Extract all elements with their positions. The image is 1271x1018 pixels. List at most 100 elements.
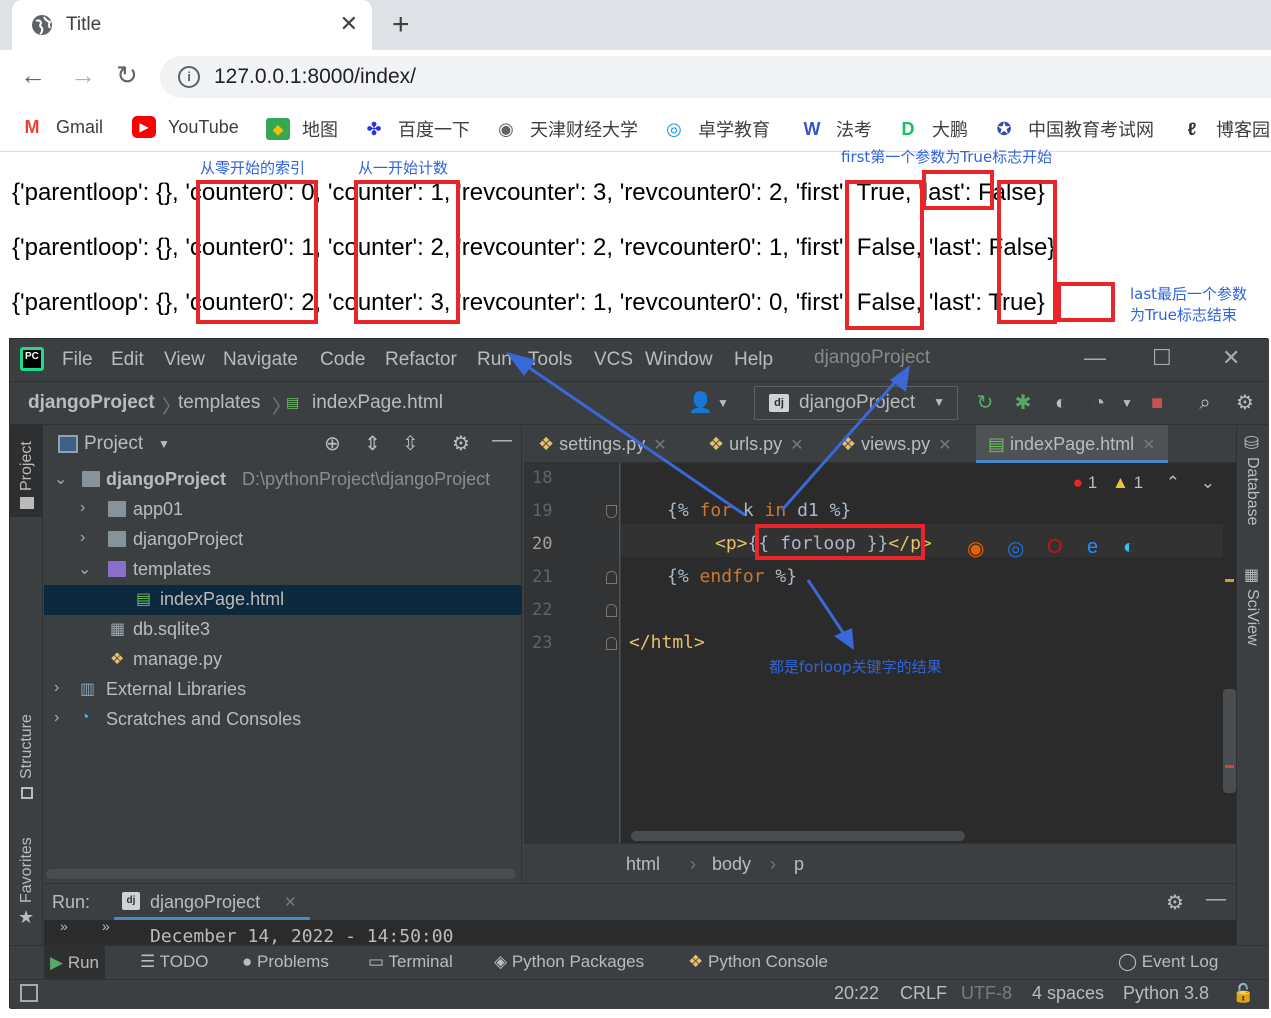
bookmark-maps[interactable]: ◆ 地图	[266, 116, 338, 142]
hide-panel-icon[interactable]: —	[492, 429, 512, 452]
tree-item-manage-py[interactable]: ❖ manage.py	[44, 645, 522, 675]
search-icon[interactable]: ⌕	[1194, 392, 1216, 414]
tool-window-project[interactable]: Project	[18, 441, 36, 491]
locate-file-icon[interactable]: ⊕	[324, 431, 341, 456]
collapse-all-icon[interactable]: ⇳	[402, 431, 419, 456]
user-icon[interactable]: 👤	[688, 392, 713, 414]
address-bar[interactable]: i 127.0.0.1:8000/index/	[160, 56, 1271, 98]
ie-icon[interactable]: e	[1087, 536, 1098, 559]
code-crumb-body[interactable]: body	[712, 854, 751, 875]
bookmark-neea[interactable]: ✪ 中国教育考试网	[992, 116, 1154, 142]
warning-marker[interactable]	[1225, 579, 1234, 582]
status-interpreter[interactable]: Python 3.8	[1123, 983, 1209, 1004]
tab-views-py[interactable]: ❖ views.py ✕	[840, 425, 952, 463]
close-tab-icon[interactable]: ✕	[340, 11, 358, 37]
gear-icon[interactable]: ⚙	[1166, 890, 1184, 915]
fold-marker-icon[interactable]	[606, 505, 617, 518]
run-tab-djangoproject[interactable]: dj djangoProject ✕	[114, 884, 310, 920]
scroll-thumb[interactable]	[1223, 689, 1236, 793]
close-tab-icon[interactable]: ✕	[938, 437, 951, 454]
tab-urls-py[interactable]: ❖ urls.py ✕	[708, 425, 804, 463]
hide-panel-icon[interactable]: —	[1206, 888, 1226, 911]
chevron-down-icon[interactable]: ⌄	[1201, 473, 1215, 492]
expand-toolbar-icon[interactable]: »	[102, 920, 110, 934]
site-info-icon[interactable]: i	[178, 66, 200, 88]
status-line-separator[interactable]: CRLF	[900, 983, 947, 1004]
status-caret-position[interactable]: 20:22	[834, 983, 879, 1004]
chevron-down-icon[interactable]: ▼	[1116, 392, 1138, 414]
stop-icon[interactable]: ■	[1146, 392, 1168, 414]
editor-vertical-scrollbar[interactable]	[1223, 463, 1236, 843]
gear-icon[interactable]: ⚙	[1234, 392, 1256, 414]
menu-tools[interactable]: Tools	[528, 349, 572, 371]
error-marker[interactable]	[1225, 765, 1234, 768]
close-tab-icon[interactable]: ✕	[284, 893, 297, 911]
maximize-icon[interactable]: ☐	[1152, 345, 1172, 371]
tab-indexpage-html[interactable]: ▤ indexPage.html ✕	[976, 425, 1168, 463]
menu-code[interactable]: Code	[320, 349, 365, 371]
inspection-widget[interactable]: ● 1 ▲ 1 ⌃ ⌄	[1073, 473, 1215, 493]
code-editor[interactable]: {% for k in d1 %} <p>{{ forloop }}</p> {…	[621, 463, 1223, 843]
code-crumb-p[interactable]: p	[794, 854, 804, 875]
bookmark-youtube[interactable]: ▶ YouTube	[132, 116, 239, 138]
close-tab-icon[interactable]: ✕	[1142, 437, 1155, 454]
tree-item-root[interactable]: ⌄ djangoProject D:\pythonProject\djangoP…	[44, 465, 522, 495]
breadcrumb-templates[interactable]: templates	[178, 392, 260, 414]
browser-tab[interactable]: Title ✕	[12, 0, 372, 50]
fold-marker-icon[interactable]	[606, 637, 617, 650]
breadcrumb-file[interactable]: indexPage.html	[312, 392, 443, 414]
tool-terminal[interactable]: ▭ Terminal	[368, 952, 453, 972]
opera-icon[interactable]: O	[1047, 536, 1063, 559]
status-encoding[interactable]: UTF-8	[961, 983, 1012, 1004]
lock-icon[interactable]: 🔓	[1232, 983, 1254, 1004]
forward-icon[interactable]: →	[70, 60, 96, 91]
minimize-icon[interactable]: —	[1084, 345, 1106, 371]
chevron-up-icon[interactable]: ⌃	[1166, 473, 1180, 492]
coverage-icon[interactable]: ◐	[1050, 392, 1072, 414]
code-crumb-html[interactable]: html	[626, 854, 660, 875]
tool-python-console[interactable]: ❖ Python Console	[688, 952, 828, 972]
bookmark-fakao[interactable]: W 法考	[800, 116, 873, 142]
tab-settings-py[interactable]: ❖ settings.py ✕	[538, 425, 667, 463]
project-view-title[interactable]: Project	[84, 433, 143, 455]
expand-toolbar-icon[interactable]: »	[60, 920, 68, 934]
bookmark-zhuoxue[interactable]: ◎ 卓学教育	[662, 116, 770, 142]
tree-item-external-libraries[interactable]: › ▥ External Libraries	[44, 675, 522, 705]
tool-window-favorites[interactable]: Favorites	[18, 837, 36, 903]
gear-icon[interactable]: ⚙	[452, 431, 470, 456]
reload-icon[interactable]: ↻	[116, 60, 138, 91]
bookmark-gmail[interactable]: M Gmail	[20, 116, 104, 138]
menu-navigate[interactable]: Navigate	[223, 349, 298, 371]
menu-refactor[interactable]: Refactor	[385, 349, 457, 371]
editor-horizontal-scrollbar[interactable]	[631, 831, 965, 841]
close-window-icon[interactable]: ✕	[1222, 345, 1240, 371]
tool-window-structure[interactable]: Structure	[18, 714, 36, 779]
tree-item-indexpage[interactable]: ▤ indexPage.html	[44, 585, 522, 615]
tool-todo[interactable]: ☰ TODO	[140, 952, 208, 972]
tree-item-db-sqlite3[interactable]: ▦ db.sqlite3	[44, 615, 522, 645]
breadcrumb-project[interactable]: djangoProject	[28, 392, 155, 414]
tool-run[interactable]: ▶ Run	[44, 946, 105, 980]
tool-event-log[interactable]: ◯ Event Log	[1118, 952, 1218, 972]
tool-window-database[interactable]: Database	[1243, 457, 1261, 526]
project-horizontal-scrollbar[interactable]	[46, 869, 516, 879]
tree-item-app01[interactable]: › app01	[44, 495, 522, 525]
tree-item-templates[interactable]: ⌄ templates	[44, 555, 522, 585]
edge-icon[interactable]: ◐	[1123, 536, 1135, 559]
tool-problems[interactable]: ● Problems	[242, 952, 329, 972]
firefox-icon[interactable]: ◉	[967, 536, 984, 561]
profile-icon[interactable]: ◔	[1088, 392, 1110, 414]
menu-window[interactable]: Window	[645, 349, 713, 371]
rerun-icon[interactable]: ↻	[974, 392, 996, 414]
tree-item-djangoproject[interactable]: › djangoProject	[44, 525, 522, 555]
close-tab-icon[interactable]: ✕	[653, 437, 666, 454]
close-tab-icon[interactable]: ✕	[790, 437, 803, 454]
menu-edit[interactable]: Edit	[111, 349, 144, 371]
menu-vcs[interactable]: VCS	[594, 349, 633, 371]
expand-all-icon[interactable]: ⇕	[364, 431, 381, 456]
bookmark-tjufe[interactable]: ◉ 天津财经大学	[494, 116, 638, 142]
bookmark-baidu[interactable]: ✤ 百度一下	[362, 116, 470, 142]
toggle-tool-windows-icon[interactable]	[20, 984, 38, 1002]
menu-file[interactable]: File	[62, 349, 93, 371]
tool-window-sciview[interactable]: SciView	[1243, 589, 1261, 646]
